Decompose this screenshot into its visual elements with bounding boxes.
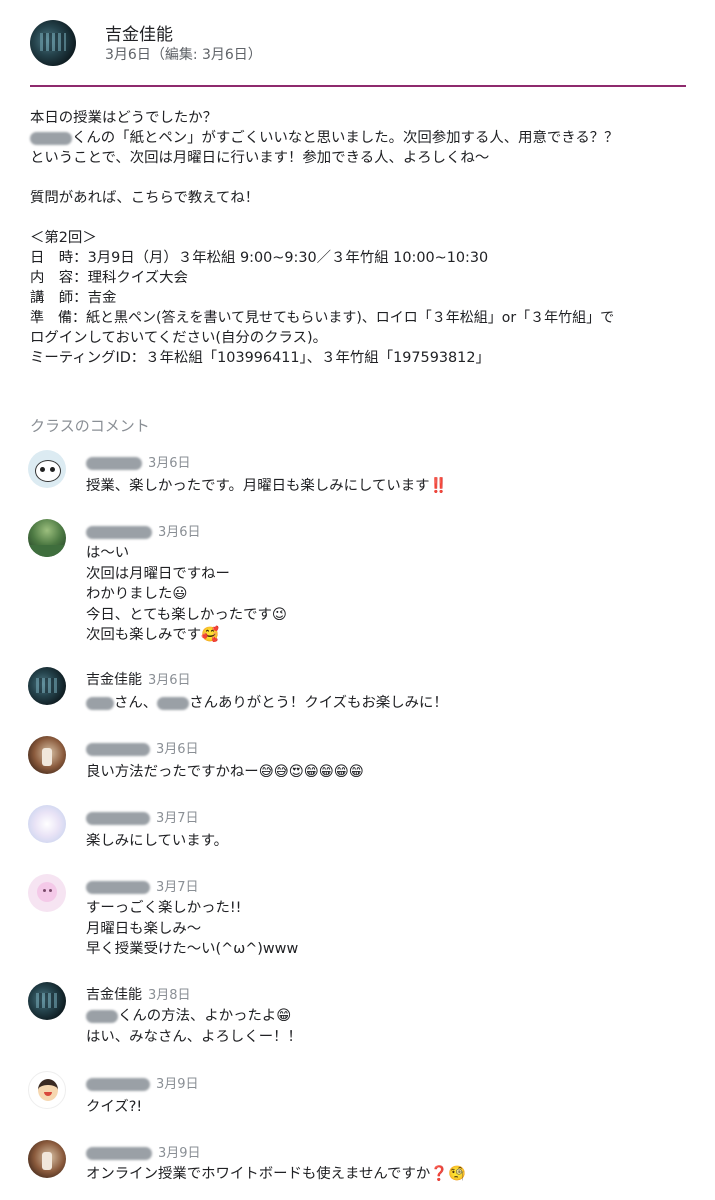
redacted-name <box>86 742 150 756</box>
post-line: ＜第2回＞ <box>30 230 97 246</box>
commenter-avatar[interactable] <box>28 1071 66 1109</box>
post-line: 内 容：理科クイズ大会 <box>30 270 188 286</box>
post-line: ミーティングID：３年松組「103996411」、３年竹組「197593812」 <box>30 350 490 366</box>
post-author-name[interactable]: 吉金佳能 <box>105 20 173 45</box>
redacted-name <box>157 696 190 710</box>
post-line: 日 時：3月9日（月）３年松組 9:00~9:30／３年竹組 10:00~10:… <box>30 250 489 266</box>
comment-text-part: さん、 <box>114 695 158 711</box>
redacted-name <box>86 1009 118 1023</box>
comment-text: すーっごく楽しかった!! <box>86 900 242 916</box>
comment-text: 次回も楽しみです🥰 <box>86 627 220 643</box>
post-line: 講 師：吉金 <box>30 290 117 306</box>
comment-text: オンライン授業でホワイトボードも使えませんですか❓🧐 <box>86 1166 467 1182</box>
comment-text: 早く授業受けた〜い(^ω^)www <box>86 941 299 957</box>
commenter-avatar[interactable] <box>28 982 66 1020</box>
comment-text: さん、 さんありがとう！クイズもお楽しみに！ <box>86 693 448 714</box>
comment-item: 3月6日 は〜い 次回は月曜日ですねー わかりました😃 今日、とても楽しかったで… <box>28 519 688 644</box>
comment-text: は〜い <box>86 545 130 561</box>
commenter-avatar[interactable] <box>28 519 66 557</box>
redacted-name <box>86 880 150 894</box>
comment-date: 3月7日 <box>156 880 199 895</box>
post-body: 本日の授業はどうでしたか？ くんの「紙とペン」がすごくいいなと思いました。次回参… <box>30 108 690 368</box>
commenter-avatar[interactable] <box>28 736 66 774</box>
comment-item: 3月7日 楽しみにしています。 <box>28 805 688 851</box>
commenter-avatar[interactable] <box>28 874 66 912</box>
redacted-name <box>86 696 114 710</box>
post-line: ログインしておいてください(自分のクラス)。 <box>30 330 328 346</box>
redacted-name <box>86 1077 150 1091</box>
comment-text: はい、みなさん、よろしくー！！ <box>86 1028 302 1045</box>
post-line: ということで、次回は月曜日に行います！参加できる人、よろしくね〜 <box>30 150 490 166</box>
header-divider <box>30 85 686 87</box>
redacted-name <box>30 131 72 145</box>
comment-item: 3月6日 良い方法だったですかねー😅😅😍😁😁😁😁 <box>28 736 688 782</box>
comment-item: 3月9日 クイズ?! <box>28 1071 688 1117</box>
comment-text: くんの方法、よかったよ😁 <box>86 1006 302 1027</box>
commenter-avatar[interactable] <box>28 450 66 488</box>
comment-item: 3月6日 授業、楽しかったです。月曜日も楽しみにしています‼️ <box>28 450 688 496</box>
comment-text: 良い方法だったですかねー😅😅😍😁😁😁😁 <box>86 764 364 780</box>
post-line-text: くんの「紙とペン」がすごくいいなと思いました。次回参加する人、用意できる？？ <box>72 130 619 146</box>
comment-date: 3月8日 <box>148 988 191 1003</box>
comment-date: 3月9日 <box>158 1146 201 1161</box>
commenter-name[interactable]: 吉金佳能 <box>86 987 142 1003</box>
comment-text-part: くんの方法、よかったよ😁 <box>118 1008 292 1024</box>
comment-item: 3月7日 すーっごく楽しかった!! 月曜日も楽しみ〜 早く授業受けた〜い(^ω^… <box>28 874 688 960</box>
comment-text: 楽しみにしています。 <box>86 833 229 849</box>
comment-text: クイズ?! <box>86 1099 143 1115</box>
redacted-name <box>86 525 152 539</box>
comment-text: 今日、とても楽しかったです😉 <box>86 606 287 623</box>
post-line: 準 備：紙と黒ペン(答えを書いて見せてもらいます)、ロイロ「３年松組」or「３年… <box>30 310 615 326</box>
comment-text: 月曜日も楽しみ〜 <box>86 920 202 937</box>
commenter-name[interactable]: 吉金佳能 <box>86 672 142 688</box>
post-header: 吉金佳能 3月6日（編集: 3月6日） <box>30 18 685 86</box>
comment-item: 吉金佳能 3月6日 さん、 さんありがとう！クイズもお楽しみに！ <box>28 667 688 713</box>
comment-text-part: さんありがとう！クイズもお楽しみに！ <box>189 695 448 711</box>
comment-text: わかりました😃 <box>86 586 188 602</box>
comment-date: 3月6日 <box>148 456 191 471</box>
comment-item: 3月9日 オンライン授業でホワイトボードも使えませんですか❓🧐 <box>28 1140 688 1190</box>
comment-date: 3月6日 <box>158 525 201 540</box>
commenter-avatar[interactable] <box>28 805 66 843</box>
post-line: 本日の授業はどうでしたか？ <box>30 110 218 126</box>
commenter-avatar[interactable] <box>28 1140 66 1178</box>
redacted-name <box>86 456 142 470</box>
comments-section-title: クラスのコメント <box>30 417 150 435</box>
comment-date: 3月9日 <box>156 1077 199 1092</box>
comment-text: 授業、楽しかったです。月曜日も楽しみにしています‼️ <box>86 478 448 494</box>
author-avatar[interactable] <box>30 20 76 66</box>
post-line: くんの「紙とペン」がすごくいいなと思いました。次回参加する人、用意できる？？ <box>30 128 690 148</box>
comment-text: 次回は月曜日ですねー <box>86 565 230 582</box>
post-line: 質問があれば、こちらで教えてね！ <box>30 190 260 206</box>
comment-item: 吉金佳能 3月8日 くんの方法、よかったよ😁 はい、みなさん、よろしくー！！ <box>28 982 688 1048</box>
redacted-name <box>86 1146 152 1160</box>
commenter-avatar[interactable] <box>28 667 66 705</box>
comment-date: 3月6日 <box>148 673 191 688</box>
comment-date: 3月6日 <box>156 742 199 757</box>
redacted-name <box>86 811 150 825</box>
post-date: 3月6日（編集: 3月6日） <box>105 47 262 63</box>
comment-date: 3月7日 <box>156 811 199 826</box>
